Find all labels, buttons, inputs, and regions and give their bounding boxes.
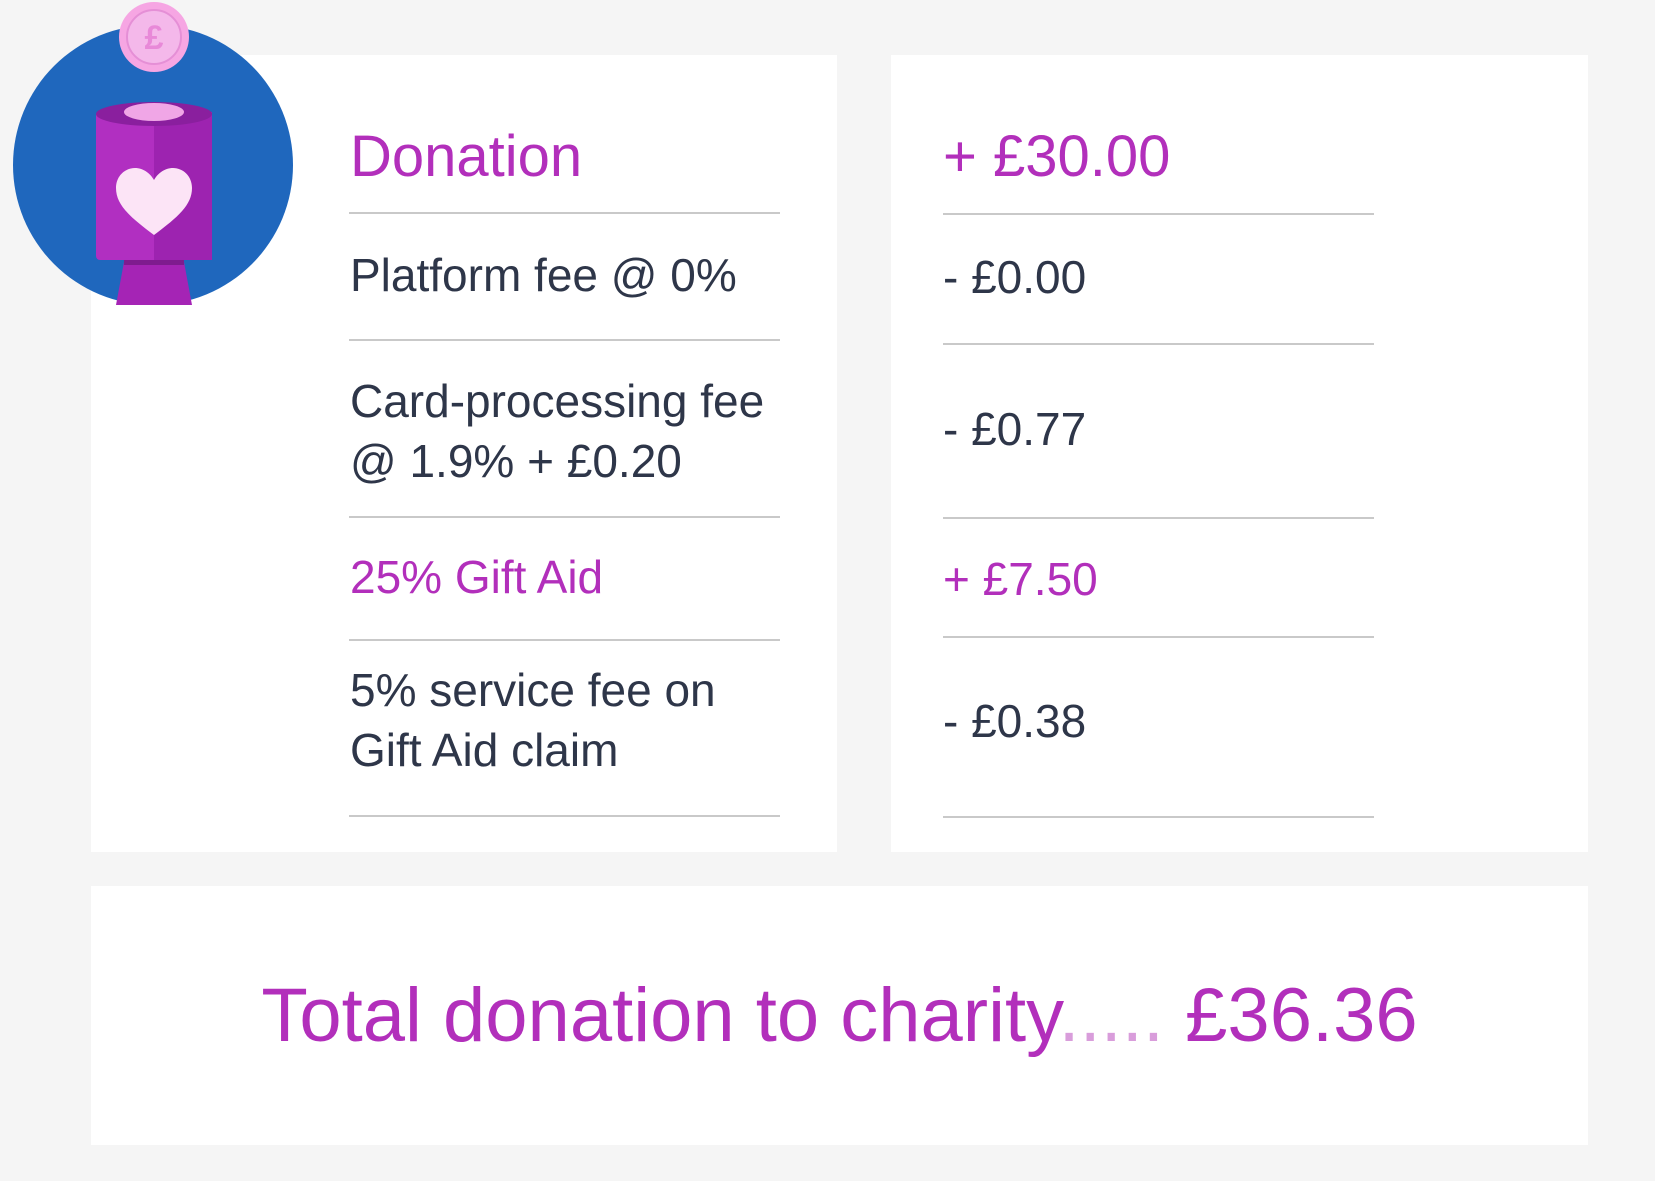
breakdown-amounts-card: + £30.00 - £0.00 - £0.77 + £7.50 - £0.38 (891, 55, 1588, 852)
gift-aid-label-row: 25% Gift Aid (350, 547, 780, 607)
donation-tin-icon: £ (13, 2, 293, 305)
total-label: Total donation to charity (261, 973, 1059, 1058)
service-fee-label-row: 5% service fee on Gift Aid claim (350, 660, 780, 782)
divider (349, 815, 780, 817)
donation-amount: + £30.00 (943, 124, 1171, 189)
platform-fee-amount-row: - £0.00 (943, 247, 1374, 307)
card-fee-label-line-1: Card-processing fee (350, 375, 765, 427)
platform-fee-label-row: Platform fee @ 0% (350, 245, 780, 305)
platform-fee-amount: - £0.00 (943, 251, 1087, 303)
total-amount: £36.36 (1185, 973, 1418, 1058)
divider (943, 213, 1374, 215)
divider (943, 636, 1374, 638)
pound-coin-icon: £ (119, 2, 189, 72)
divider (349, 639, 780, 641)
divider (349, 212, 780, 214)
total-line: Total donation to charity..... £36.36 (91, 968, 1588, 1064)
card-fee-label-row: Card-processing fee @ 1.9% + £0.20 (350, 371, 780, 493)
divider (943, 517, 1374, 519)
card-fee-amount: - £0.77 (943, 403, 1087, 455)
gift-aid-label: 25% Gift Aid (350, 551, 604, 603)
donation-label: Donation (350, 124, 583, 189)
total-card: Total donation to charity..... £36.36 (91, 886, 1588, 1145)
divider (349, 516, 780, 518)
total-leader-dots: ..... (1058, 973, 1165, 1058)
card-fee-amount-row: - £0.77 (943, 399, 1374, 459)
gift-aid-amount: + £7.50 (943, 553, 1098, 605)
divider (943, 343, 1374, 345)
donation-label-row: Donation (350, 117, 780, 197)
card-fee-label-line-2: @ 1.9% + £0.20 (350, 435, 682, 487)
svg-text:£: £ (145, 19, 164, 57)
service-fee-amount: - £0.38 (943, 695, 1087, 747)
platform-fee-label: Platform fee @ 0% (350, 249, 737, 301)
donation-amount-row: + £30.00 (943, 117, 1374, 197)
service-fee-amount-row: - £0.38 (943, 691, 1374, 751)
service-fee-label-line-1: 5% service fee on (350, 664, 716, 716)
gift-aid-amount-row: + £7.50 (943, 549, 1374, 609)
divider (943, 816, 1374, 818)
service-fee-label-line-2: Gift Aid claim (350, 724, 619, 776)
divider (349, 339, 780, 341)
